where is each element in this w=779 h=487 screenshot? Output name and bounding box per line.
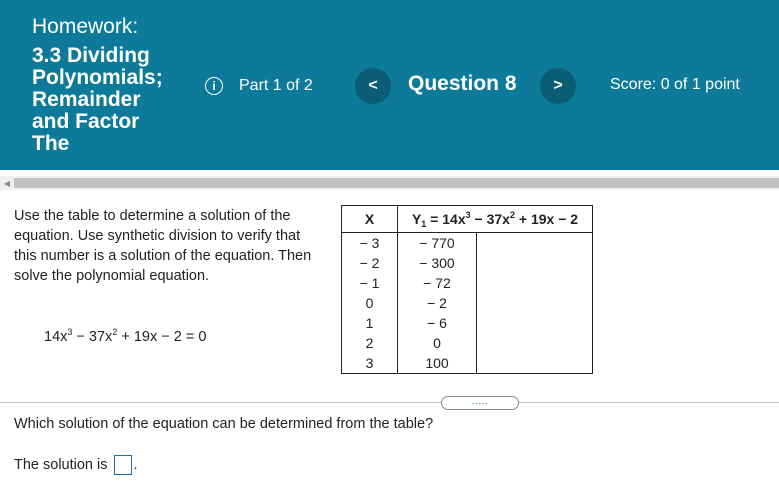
table-row: 2 0 — [341, 333, 593, 353]
x-cell: 0 — [341, 293, 398, 313]
y-column-header: Y1 = 14x3 − 37x2 + 19x − 2 — [397, 205, 593, 233]
x-cell: 1 — [341, 313, 398, 333]
x-cell: 3 — [341, 353, 398, 374]
y-cell: − 72 — [398, 273, 477, 293]
table-row: 1 − 6 — [341, 313, 593, 333]
part-label: Part 1 of 2 — [239, 77, 313, 94]
answer-input[interactable] — [113, 455, 132, 475]
question-text: Which solution of the equation can be de… — [14, 416, 434, 432]
problem-instructions: Use the table to determine a solution of… — [14, 208, 312, 284]
expand-more-button[interactable]: ..... — [441, 396, 519, 410]
x-cell: 2 — [341, 333, 398, 353]
chevron-right-icon: > — [553, 77, 563, 94]
homework-title-line: 3.3 Dividing — [32, 44, 150, 67]
next-question-button[interactable]: > — [540, 68, 576, 104]
table-row: − 1 − 72 — [341, 273, 593, 293]
horizontal-scrollbar[interactable]: ◀ — [0, 176, 779, 190]
answer-row: The solution is . — [14, 455, 138, 475]
table-row: − 2 − 300 — [341, 253, 593, 273]
y-cell: − 300 — [398, 253, 477, 273]
chevron-left-icon: < — [368, 77, 378, 94]
x-cell: − 2 — [341, 253, 398, 273]
polynomial-equation: 14x3 − 37x2 + 19x − 2 = 0 — [44, 327, 207, 345]
x-cell: − 3 — [341, 232, 398, 253]
score-label: Score: 0 of 1 point — [610, 76, 740, 93]
scroll-left-arrow-icon[interactable]: ◀ — [0, 176, 14, 190]
table-header-row: X Y1 = 14x3 − 37x2 + 19x − 2 — [341, 205, 593, 233]
scrollbar-thumb[interactable] — [14, 178, 779, 188]
homework-title-line: The — [32, 132, 70, 155]
y-cell: 0 — [398, 333, 477, 353]
homework-title-line: Polynomials; — [32, 66, 163, 89]
homework-label: Homework: — [32, 15, 139, 38]
y-cell: − 2 — [398, 293, 477, 313]
x-column-header: X — [341, 205, 398, 233]
previous-question-button[interactable]: < — [355, 68, 391, 104]
homework-title-line: and Factor — [32, 110, 140, 133]
values-table: X Y1 = 14x3 − 37x2 + 19x − 2 − 3 − 770 −… — [341, 205, 593, 374]
question-label: Question 8 — [408, 72, 517, 95]
y-cell: − 6 — [398, 313, 477, 333]
table-row: 0 − 2 — [341, 293, 593, 313]
x-cell: − 1 — [341, 273, 398, 293]
part-indicator: i Part 1 of 2 — [205, 75, 313, 97]
table-row: − 3 − 770 — [341, 232, 593, 253]
homework-title-line: Remainder — [32, 88, 141, 111]
table-row: 3 100 — [341, 353, 593, 374]
answer-label: The solution is — [14, 457, 108, 473]
info-icon[interactable]: i — [205, 77, 223, 95]
homework-title: 3.3 Dividing Polynomials; Remainder and … — [32, 45, 202, 155]
header-bar: Homework: 3.3 Dividing Polynomials; Rema… — [0, 0, 779, 170]
section-divider — [0, 402, 779, 403]
y-cell: − 770 — [398, 233, 477, 253]
y-cell: 100 — [398, 353, 477, 373]
answer-suffix: . — [133, 457, 138, 473]
